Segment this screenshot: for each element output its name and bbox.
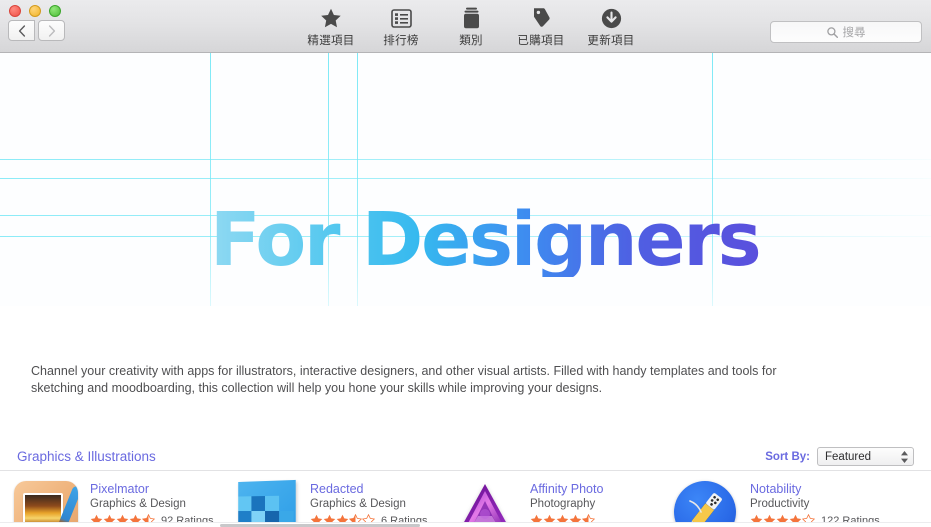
hero-description: Channel your creativity with apps for il… bbox=[31, 364, 777, 395]
section-header: Graphics & Illustrations Sort By: Featur… bbox=[0, 443, 931, 471]
app-category: Productivity bbox=[750, 498, 810, 510]
toolbar-tab-label: 精選項目 bbox=[307, 35, 355, 47]
chevron-right-icon bbox=[48, 24, 55, 37]
toolbar-tab-label: 類別 bbox=[459, 35, 483, 47]
close-window-button[interactable] bbox=[9, 5, 21, 17]
toolbar-tab-updates[interactable]: 更新項目 bbox=[576, 2, 646, 48]
pixelmator-icon bbox=[14, 481, 78, 527]
forward-button[interactable] bbox=[38, 20, 65, 41]
notability-icon bbox=[674, 481, 736, 527]
app-category: Graphics & Design bbox=[90, 498, 186, 510]
toolbar-tab-top-charts[interactable]: 排行榜 bbox=[366, 2, 436, 48]
app-info: Notability Productivity 122 Ratings bbox=[750, 477, 880, 527]
redacted-icon bbox=[238, 479, 296, 527]
section-title-link[interactable]: Graphics & Illustrations bbox=[17, 449, 156, 464]
navigation-buttons bbox=[8, 20, 65, 41]
hero-title: For Designers bbox=[210, 197, 762, 283]
list-icon bbox=[390, 6, 412, 30]
app-name-link[interactable]: Redacted bbox=[310, 482, 427, 497]
app-name-link[interactable]: Notability bbox=[750, 482, 880, 497]
sort-by-label: Sort By: bbox=[765, 450, 810, 463]
sort-by-value: Featured bbox=[825, 450, 872, 463]
app-info: Pixelmator Graphics & Design 92 Ratings bbox=[90, 477, 214, 527]
app-icon[interactable] bbox=[674, 481, 738, 527]
window-toolbar: 精選項目 排行榜 類別 已購項目 更新項目 搜尋 bbox=[0, 0, 931, 53]
horizontal-scrollbar[interactable] bbox=[0, 522, 931, 527]
toolbar-tab-label: 更新項目 bbox=[587, 35, 635, 47]
search-icon bbox=[826, 26, 838, 38]
app-name-link[interactable]: Pixelmator bbox=[90, 482, 214, 497]
affinity-photo-icon bbox=[454, 481, 516, 527]
stepper-arrows-icon bbox=[901, 450, 908, 463]
minimize-window-button[interactable] bbox=[29, 5, 41, 17]
categories-icon bbox=[461, 6, 482, 30]
toolbar-tab-featured[interactable]: 精選項目 bbox=[296, 2, 366, 48]
app-category: Photography bbox=[530, 498, 596, 510]
app-card[interactable]: Pixelmator Graphics & Design 92 Ratings bbox=[14, 477, 234, 527]
app-card[interactable]: Notability Productivity 122 Ratings bbox=[674, 477, 894, 527]
search-container: 搜尋 bbox=[770, 21, 922, 43]
app-name-link[interactable]: Affinity Photo bbox=[530, 482, 603, 497]
chevron-left-icon bbox=[18, 24, 25, 37]
main-content: For Designers Channel your creativity wi… bbox=[0, 53, 931, 527]
hero-banner[interactable]: For Designers bbox=[0, 53, 931, 306]
download-circle-icon bbox=[601, 6, 622, 30]
traffic-lights bbox=[9, 5, 61, 17]
app-list: Pixelmator Graphics & Design 92 Ratings … bbox=[0, 477, 931, 527]
toolbar-tabs: 精選項目 排行榜 類別 已購項目 更新項目 bbox=[296, 2, 646, 48]
search-input[interactable]: 搜尋 bbox=[770, 21, 922, 43]
star-icon bbox=[320, 6, 342, 30]
app-store-window: 精選項目 排行榜 類別 已購項目 更新項目 搜尋 For Designers C… bbox=[0, 0, 931, 527]
tag-icon bbox=[531, 6, 552, 30]
app-icon[interactable] bbox=[454, 481, 518, 527]
app-info: Redacted Graphics & Design 6 Ratings bbox=[310, 477, 427, 527]
sort-by-select[interactable]: Featured bbox=[817, 447, 914, 466]
sort-control: Sort By: Featured bbox=[765, 447, 914, 466]
toolbar-tab-label: 已購項目 bbox=[517, 35, 565, 47]
toolbar-tab-label: 排行榜 bbox=[383, 35, 419, 47]
toolbar-tab-purchased[interactable]: 已購項目 bbox=[506, 2, 576, 48]
app-card[interactable]: Redacted Graphics & Design 6 Ratings bbox=[234, 477, 454, 527]
grid-line bbox=[0, 159, 931, 160]
app-category: Graphics & Design bbox=[310, 498, 406, 510]
app-card[interactable]: Affinity Photo Photography bbox=[454, 477, 674, 527]
maximize-window-button[interactable] bbox=[49, 5, 61, 17]
app-icon[interactable] bbox=[14, 481, 78, 527]
grid-line bbox=[0, 178, 931, 179]
toolbar-tab-categories[interactable]: 類別 bbox=[436, 2, 506, 48]
app-info: Affinity Photo Photography bbox=[530, 477, 603, 527]
app-icon[interactable] bbox=[234, 479, 298, 527]
search-placeholder: 搜尋 bbox=[842, 27, 866, 39]
back-button[interactable] bbox=[8, 20, 35, 41]
